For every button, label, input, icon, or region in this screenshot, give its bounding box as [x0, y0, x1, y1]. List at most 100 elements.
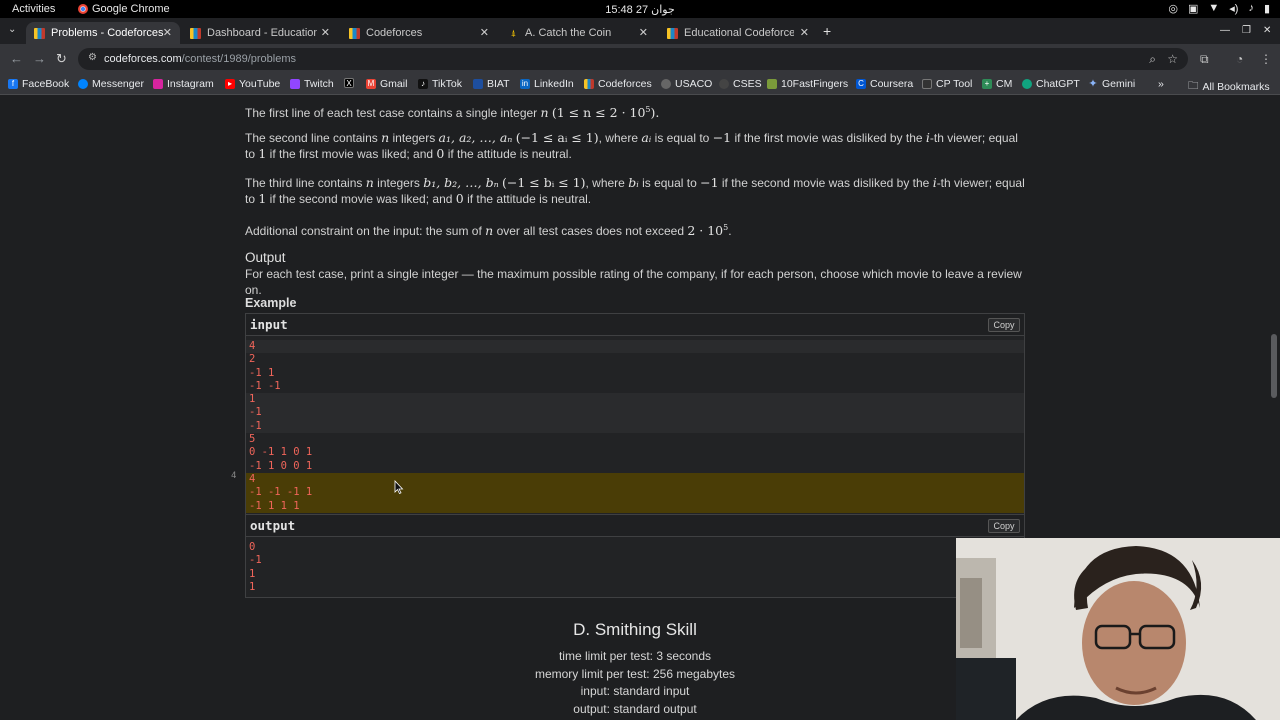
gmail-icon: M	[366, 79, 376, 89]
bookmark-messenger[interactable]: Messenger	[78, 78, 144, 90]
tab-codeforces[interactable]: Codeforces ✕	[341, 22, 497, 44]
bookmark-cp-tool[interactable]: CP Tool	[922, 78, 972, 90]
output-line: -1	[249, 554, 262, 567]
tab-label: Dashboard - Educational	[207, 27, 317, 39]
tab-catch-the-coin[interactable]: ⍋ A. Catch the Coin ✕	[500, 22, 656, 44]
gemini-icon: ✦	[1088, 78, 1098, 90]
tiktok-icon: ♪	[418, 79, 428, 89]
cses-icon	[719, 79, 729, 89]
output-line: 0	[249, 541, 256, 553]
close-tab-icon[interactable]: ✕	[800, 26, 809, 39]
minimize-icon[interactable]: —	[1220, 25, 1230, 36]
webcam-overlay	[956, 538, 1280, 720]
bookmark-biat[interactable]: BIAT	[473, 78, 510, 90]
screen-record-icon[interactable]: ▣	[1188, 2, 1198, 15]
input-group-highlighted: 4 -1 -1 -1 1 -1 1 1 1	[246, 472, 1024, 513]
input-label: input	[250, 317, 288, 332]
input-line: 0 -1 1 0 1	[249, 446, 313, 459]
clock[interactable]: 15:48 27 جوان	[0, 3, 1280, 16]
zoom-icon[interactable]: ⌕	[1149, 52, 1156, 67]
close-tab-icon[interactable]: ✕	[321, 26, 330, 39]
input-line: 4	[249, 472, 256, 485]
bookmark-youtube[interactable]: ▸ YouTube	[225, 78, 280, 90]
codeforces-favicon	[349, 27, 360, 39]
battery-icon[interactable]: ▮	[1264, 2, 1270, 15]
bookmark-gemini[interactable]: ✦ Gemini	[1088, 78, 1135, 90]
output-label: output	[250, 518, 296, 533]
maximize-icon[interactable]: ❐	[1242, 25, 1251, 36]
bookmark-facebook[interactable]: f FaceBook	[8, 78, 69, 90]
profile-icon[interactable]: ◔	[1236, 52, 1243, 66]
microphone-icon[interactable]: ♪	[1248, 2, 1254, 15]
cp-tool-icon	[922, 79, 932, 89]
bookmark-usaco[interactable]: USACO	[661, 78, 712, 90]
volume-icon[interactable]: ◂)	[1229, 2, 1238, 15]
url-text: codeforces.com/contest/1989/problems	[104, 53, 297, 65]
bookmark-x[interactable]: X	[344, 78, 354, 88]
copy-input-button[interactable]: Copy	[988, 318, 1020, 332]
bookmark-instagram[interactable]: Instagram	[153, 78, 214, 90]
facebook-icon: f	[8, 79, 18, 89]
bookmark-codeforces[interactable]: Codeforces	[584, 78, 652, 90]
address-bar[interactable]: ⚙ codeforces.com/contest/1989/problems ⌕…	[78, 48, 1188, 70]
input-spec-line1: The first line of each test case contain…	[245, 105, 660, 120]
10fastfingers-icon	[767, 79, 777, 89]
input-constraint: Additional constraint on the input: the …	[245, 223, 732, 238]
mouse-cursor-icon	[394, 480, 404, 494]
input-line: 4	[249, 340, 256, 352]
messenger-icon	[78, 79, 88, 89]
instagram-icon	[153, 79, 163, 89]
bookmark-star-icon[interactable]: ☆	[1167, 52, 1178, 66]
bookmark-gmail[interactable]: M Gmail	[366, 78, 407, 90]
close-tab-icon[interactable]: ✕	[639, 26, 648, 39]
copy-output-button[interactable]: Copy	[988, 519, 1020, 533]
close-tab-icon[interactable]: ✕	[480, 26, 489, 39]
example-output-box: output Copy 0 -1 1 1	[245, 514, 1025, 598]
bookmark-chatgpt[interactable]: ChatGPT	[1022, 78, 1080, 90]
back-icon[interactable]: ←	[10, 51, 23, 66]
input-group: 4	[246, 340, 1024, 354]
reload-icon[interactable]: ↻	[56, 51, 67, 67]
forward-icon[interactable]: →	[33, 51, 46, 66]
webcam-person-image	[956, 538, 1280, 720]
coursera-icon: C	[856, 79, 866, 89]
bookmark-cses[interactable]: CSES	[719, 78, 762, 90]
input-line: -1	[249, 406, 262, 419]
bookmark-10fastfingers[interactable]: 10FastFingers	[767, 78, 848, 90]
wifi-icon[interactable]: ▼	[1208, 2, 1219, 15]
bookmark-coursera[interactable]: C Coursera	[856, 78, 913, 90]
page-scrollbar[interactable]	[1271, 334, 1277, 398]
bookmarks-overflow-button[interactable]: »	[1158, 78, 1164, 90]
input-line: -1 -1	[249, 379, 281, 392]
tab-label: Codeforces	[366, 27, 423, 39]
input-header: input Copy	[246, 314, 1024, 336]
input-line: -1	[249, 419, 262, 432]
bookmark-linkedin[interactable]: in LinkedIn	[520, 78, 574, 90]
system-tray[interactable]: ◎ ▣ ▼ ◂) ♪ ▮	[1168, 2, 1270, 15]
accessibility-icon[interactable]: ◎	[1168, 2, 1178, 15]
tab-educational-codeforces[interactable]: Educational Codeforces ✕	[659, 22, 817, 44]
more-menu-icon[interactable]: ⋮	[1260, 52, 1272, 66]
tab-label: Problems - Codeforces	[51, 27, 164, 39]
bookmark-twitch[interactable]: Twitch	[290, 78, 334, 90]
output-description: For each test case, print a single integ…	[245, 267, 1022, 297]
input-spec-line3: The third line contains n integers b₁, b…	[245, 175, 1025, 206]
site-info-icon[interactable]: ⚙	[88, 52, 97, 63]
close-window-icon[interactable]: ✕	[1263, 25, 1271, 36]
close-tab-icon[interactable]: ✕	[163, 26, 172, 39]
tab-problems-codeforces[interactable]: Problems - Codeforces ✕	[26, 22, 180, 44]
all-bookmarks-button[interactable]: 🗀 All Bookmarks	[1188, 78, 1270, 96]
input-group: 2 -1 1 -1 -1	[246, 353, 1024, 394]
tab-search-icon[interactable]: ⌄	[8, 24, 16, 35]
youtube-icon: ▸	[225, 79, 235, 89]
extensions-icon[interactable]: ⧉	[1200, 52, 1209, 67]
bookmark-tiktok[interactable]: ♪ TikTok	[418, 78, 462, 90]
tab-dashboard[interactable]: Dashboard - Educational ✕	[182, 22, 338, 44]
linkedin-icon: in	[520, 79, 530, 89]
output-line: 1	[249, 567, 256, 580]
tab-strip: ⌄ Problems - Codeforces ✕ Dashboard - Ed…	[0, 18, 1280, 44]
input-line: -1 1 1 1	[249, 499, 300, 512]
input-line: -1 1 0 0 1	[249, 459, 313, 472]
bookmark-cm[interactable]: + CM	[982, 78, 1012, 90]
new-tab-button[interactable]: +	[823, 23, 831, 39]
